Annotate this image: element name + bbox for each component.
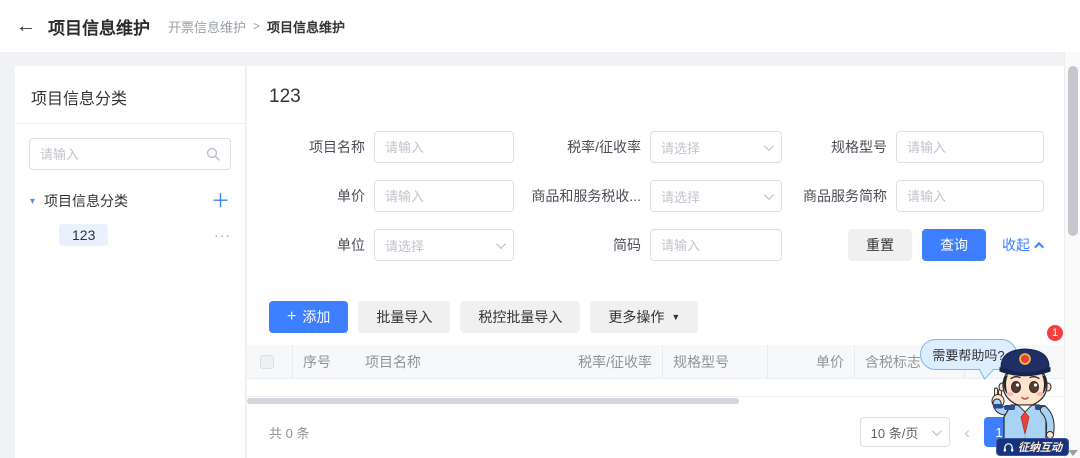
sidebar-search-input[interactable]	[30, 146, 206, 162]
sidebar-search-box	[29, 138, 231, 170]
headset-icon	[1003, 442, 1014, 452]
short-code-input[interactable]	[650, 229, 782, 261]
interaction-pill-label: 征纳互动	[1018, 442, 1062, 454]
total-count-text: 共 0 条	[269, 425, 310, 441]
field-label-tax-rate: 税率/征收率	[567, 139, 641, 155]
unit-select[interactable]: 请选择	[374, 229, 514, 261]
field-label-short-code: 简码	[613, 237, 641, 253]
page-size-label: 10 条/页	[870, 425, 919, 441]
filter-actions: 重置 查询 收起	[791, 229, 1045, 261]
unit-placeholder: 请选择	[385, 238, 425, 254]
collapse-link[interactable]: 收起	[1002, 235, 1045, 255]
breadcrumb-parent[interactable]: 开票信息维护	[168, 17, 246, 36]
breadcrumb-current: 项目信息维护	[267, 19, 346, 35]
notification-badge[interactable]: 1	[1046, 324, 1064, 342]
assistant-mascot[interactable]	[984, 344, 1066, 450]
category-name-title: 123	[269, 86, 301, 107]
field-label-spec-model: 规格型号	[831, 139, 887, 155]
field-label-unit-price: 单价	[337, 188, 365, 204]
tax-rate-placeholder: 请选择	[661, 140, 701, 156]
table-header-checkbox-cell	[260, 345, 293, 378]
tree-root-label[interactable]: 项目信息分类	[44, 191, 211, 211]
page-size-select[interactable]: 10 条/页	[859, 417, 951, 447]
column-header-tax-rate: 税率/征收率	[515, 345, 663, 378]
pagination-bar: 共 0 条 10 条/页 ‹ 1	[269, 417, 1040, 447]
top-header: ← 项目信息维护 开票信息维护 > 项目信息维护	[0, 0, 1080, 52]
chevron-up-icon	[1034, 241, 1045, 252]
tax-officer-mascot-icon	[991, 348, 1055, 445]
tree-child-label[interactable]: 123	[59, 224, 109, 246]
field-label-goods-tax-class: 商品和服务税收...	[531, 188, 641, 204]
collapse-widget-caret-icon[interactable]	[1068, 450, 1078, 456]
table-toolbar: + 添加 批量导入 税控批量导入 更多操作 ▼	[269, 301, 1040, 333]
add-label: 添加	[302, 309, 331, 325]
chevron-down-icon	[763, 140, 774, 151]
column-header-project-name: 项目名称	[365, 353, 421, 370]
table-empty-body	[247, 379, 1064, 397]
select-all-checkbox[interactable]	[260, 354, 274, 369]
goods-tax-class-placeholder: 请选择	[661, 189, 701, 205]
sidebar-title: 项目信息分类	[15, 66, 245, 124]
vertical-scrollbar	[1064, 52, 1080, 458]
back-arrow-icon[interactable]: ←	[16, 16, 36, 36]
more-operations-button[interactable]: 更多操作 ▼	[590, 301, 699, 333]
horizontal-scrollbar	[247, 397, 1064, 405]
project-name-input[interactable]	[374, 131, 514, 163]
tree-node-root[interactable]: ▾ 项目信息分类 ＋	[15, 187, 245, 215]
search-icon[interactable]	[206, 147, 220, 161]
plus-icon: +	[287, 308, 297, 325]
goods-tax-class-select[interactable]: 请选择	[650, 180, 782, 212]
add-category-icon[interactable]: ＋	[211, 192, 230, 211]
goods-short-name-input[interactable]	[896, 180, 1044, 212]
category-tree: ▾ 项目信息分类 ＋ 123 ···	[15, 187, 245, 250]
page-title: 项目信息维护	[48, 18, 150, 38]
chevron-down-icon	[932, 425, 943, 436]
field-label-goods-short-name: 商品服务简称	[803, 188, 887, 204]
horizontal-scrollbar-thumb[interactable]	[247, 398, 739, 404]
chevron-down-icon	[495, 238, 506, 249]
breadcrumb-separator-icon: >	[253, 19, 261, 33]
unit-price-input[interactable]	[374, 180, 514, 212]
reset-button[interactable]: 重置	[848, 229, 912, 261]
field-label-project-name: 项目名称	[309, 139, 365, 155]
column-header-seq: 序号	[303, 353, 331, 370]
tree-expand-caret-icon[interactable]: ▾	[30, 196, 35, 207]
breadcrumb: 开票信息维护 > 项目信息维护	[168, 17, 345, 36]
field-label-unit: 单位	[337, 237, 365, 253]
query-button[interactable]: 查询	[922, 229, 986, 261]
main-panel: 123 项目名称 税率/征收率 请选择 规格型号 单价 商品和服务税收... 请…	[247, 66, 1064, 458]
tax-control-batch-import-button[interactable]: 税控批量导入	[460, 301, 581, 333]
column-header-spec-model: 规格型号	[663, 345, 768, 378]
vertical-scrollbar-thumb[interactable]	[1068, 66, 1078, 236]
prev-page-icon[interactable]: ‹	[964, 424, 970, 441]
filter-form: 项目名称 税率/征收率 请选择 规格型号 单价 商品和服务税收... 请选择 商…	[269, 131, 1045, 261]
caret-down-icon: ▼	[671, 312, 681, 322]
batch-import-button[interactable]: 批量导入	[358, 301, 451, 333]
chevron-down-icon	[763, 189, 774, 200]
more-actions-icon[interactable]: ···	[214, 227, 231, 243]
tree-node-child[interactable]: 123 ···	[15, 220, 245, 250]
interaction-pill[interactable]: 征纳互动	[996, 438, 1069, 456]
add-button[interactable]: + 添加	[269, 301, 349, 333]
tax-rate-select[interactable]: 请选择	[650, 131, 782, 163]
column-header-unit-price: 单价	[768, 345, 855, 378]
category-sidebar: 项目信息分类 ▾ 项目信息分类 ＋ 123 ···	[15, 66, 246, 458]
spec-model-input[interactable]	[896, 131, 1044, 163]
collapse-label: 收起	[1002, 237, 1030, 253]
more-operations-label: 更多操作	[608, 309, 665, 325]
